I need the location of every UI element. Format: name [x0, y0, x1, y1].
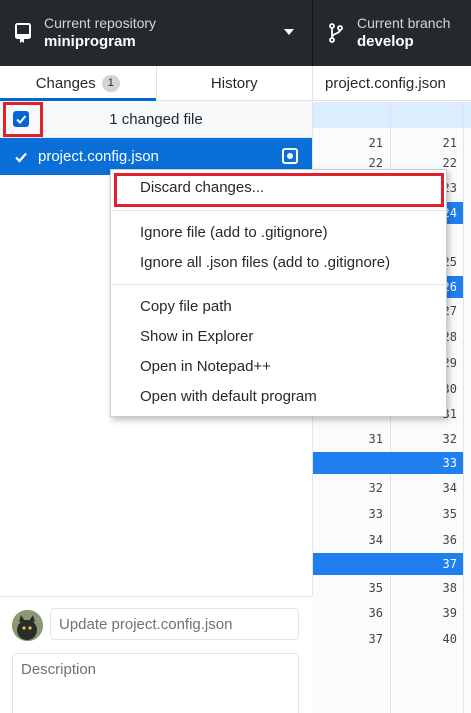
branch-selector[interactable]: Current branch develop — [313, 0, 471, 66]
menu-divider — [112, 210, 445, 211]
menu-divider — [112, 284, 445, 285]
new-line-number: 35 — [442, 507, 457, 521]
old-line-number: 37 — [368, 632, 383, 646]
new-line-number: 40 — [442, 632, 457, 646]
commit-summary-input[interactable]: Update project.config.json — [50, 608, 299, 640]
tab-bar: Changes 1 History — [0, 66, 312, 101]
new-line-number: 34 — [442, 481, 457, 495]
old-line-number: 35 — [368, 581, 383, 595]
new-line-number: 32 — [442, 432, 457, 446]
old-line-number: 36 — [368, 606, 383, 620]
tab-changes[interactable]: Changes 1 — [0, 66, 156, 101]
menu-item-discard-changes[interactable]: Discard changes... — [140, 179, 264, 196]
old-line-number: 32 — [368, 481, 383, 495]
highlight-box — [3, 102, 43, 137]
old-line-number: 33 — [368, 507, 383, 521]
new-line-number: 38 — [442, 581, 457, 595]
file-name: project.config.json — [38, 148, 159, 165]
commit-area: Update project.config.json Description — [0, 596, 313, 713]
new-line-number: 33 — [442, 456, 457, 470]
changed-files-count: 1 changed file — [109, 110, 203, 128]
changes-count-badge: 1 — [101, 74, 120, 92]
new-line-number: 37 — [442, 557, 457, 571]
tab-changes-label: Changes — [35, 74, 96, 92]
description-placeholder: Description — [21, 661, 97, 678]
changed-files-header: 1 changed file — [0, 101, 312, 138]
old-line-number: 21 — [368, 136, 383, 150]
menu-item-ignore-extension[interactable]: Ignore all .json files (add to .gitignor… — [140, 254, 390, 271]
file-modified-icon — [282, 148, 298, 164]
file-checkbox[interactable] — [13, 149, 29, 165]
new-line-number: 36 — [442, 533, 457, 547]
repo-caption: Current repository — [44, 15, 157, 31]
repository-selector[interactable]: Current repository miniprogram — [0, 0, 313, 66]
new-line-number: 39 — [442, 606, 457, 620]
new-line-number: 21 — [442, 136, 457, 150]
menu-item-open-default[interactable]: Open with default program — [140, 388, 317, 405]
new-line-number: 22 — [442, 156, 457, 170]
avatar — [12, 610, 43, 641]
menu-item-open-in-editor[interactable]: Open in Notepad++ — [140, 358, 271, 375]
tab-history[interactable]: History — [155, 66, 313, 100]
toolbar: Current repository miniprogram Current b… — [0, 0, 471, 66]
old-line-number: 31 — [368, 432, 383, 446]
repo-name: miniprogram — [44, 33, 136, 50]
chevron-down-icon — [284, 29, 294, 35]
menu-item-show-in-explorer[interactable]: Show in Explorer — [140, 328, 253, 345]
hunk-header — [313, 102, 471, 128]
diff-file-title: project.config.json — [313, 66, 471, 101]
commit-description-input[interactable]: Description — [12, 653, 299, 713]
menu-item-ignore-file[interactable]: Ignore file (add to .gitignore) — [140, 224, 328, 241]
gutter-edge — [463, 102, 464, 713]
summary-placeholder: Update project.config.json — [59, 615, 233, 633]
old-line-number: 22 — [368, 156, 383, 170]
branch-name: develop — [357, 33, 414, 50]
tab-history-label: History — [210, 74, 258, 92]
old-line-number: 34 — [368, 533, 383, 547]
menu-item-copy-file-path[interactable]: Copy file path — [140, 298, 232, 315]
repo-icon — [14, 22, 32, 44]
context-menu: Discard changes... Ignore file (add to .… — [110, 169, 447, 417]
branch-caption: Current branch — [357, 15, 451, 31]
branch-icon — [327, 22, 345, 44]
